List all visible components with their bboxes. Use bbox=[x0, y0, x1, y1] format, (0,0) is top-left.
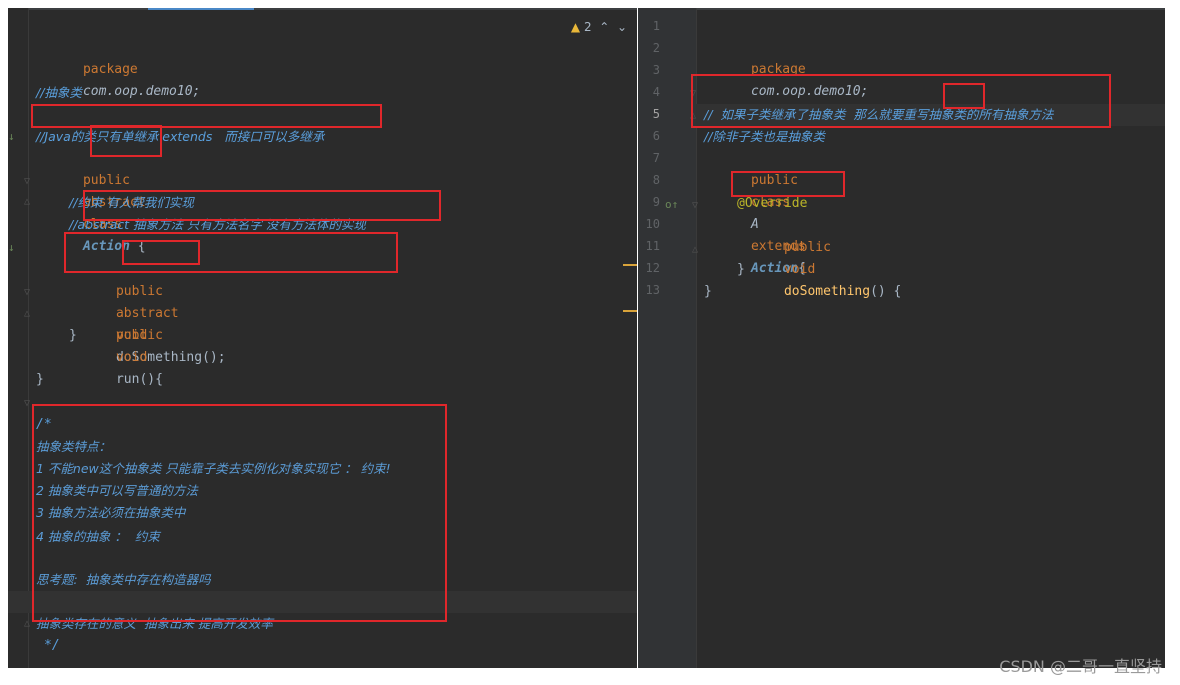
code-line[interactable]: public abstract void doSomething(); bbox=[8, 237, 637, 365]
left-editor-pane[interactable]: ▲ 2 ⌃ ⌄ package com.oop.demo10; //抽象类 //… bbox=[8, 8, 637, 668]
code-line[interactable]: // 如果子类继承了抽象类 那么就要重写抽象类的所有抽象方法 bbox=[638, 82, 1165, 122]
code-line[interactable]: //除非子类也是抽象类 bbox=[638, 104, 1165, 144]
code-line[interactable]: //抽象类 bbox=[8, 60, 637, 100]
doc-line: 4 抽象的抽象 ： 约束 bbox=[36, 529, 160, 544]
code-line[interactable]: 4 抽象的抽象 ： 约束 bbox=[8, 504, 637, 544]
code-line[interactable]: public class A extends Action{ bbox=[638, 126, 1165, 276]
fold-icon[interactable]: △ bbox=[24, 618, 30, 629]
implemented-icon[interactable]: ↓ bbox=[8, 130, 15, 143]
comment: //abstract 抽象方法 只有方法名字 没有方法体的实现 bbox=[69, 217, 366, 232]
method-name: run bbox=[115, 372, 140, 387]
code-line[interactable]: 3 抽象方法必须在抽象类中 bbox=[8, 480, 637, 520]
closing-brace: } bbox=[704, 284, 712, 299]
code-line[interactable]: package com.oop.demo10; bbox=[638, 15, 1165, 99]
tab-bar bbox=[8, 8, 637, 10]
code-line[interactable]: public void run(){ bbox=[8, 281, 637, 387]
code-line[interactable]: /* bbox=[8, 392, 637, 432]
code-line[interactable]: 1 不能new这个抽象类 只能靠子类去实例化对象实现它 ： 约束! bbox=[8, 436, 637, 476]
code-line[interactable]: package com.oop.demo10; bbox=[8, 15, 637, 99]
parens: () { bbox=[870, 284, 902, 299]
code-line[interactable]: 抽象类特点： bbox=[8, 414, 637, 454]
parens: (){ bbox=[139, 372, 163, 387]
code-line[interactable]: 2 抽象类中可以写普通的方法 bbox=[8, 458, 637, 498]
watermark: CSDN @二哥一直坚持 bbox=[999, 657, 1162, 676]
active-tab-indicator bbox=[148, 8, 254, 10]
implemented-icon[interactable]: ↓ bbox=[8, 241, 15, 254]
code-line[interactable]: //Java的类只有单继承 extends 而接口可以多继承 bbox=[8, 104, 637, 144]
keyword-public: public bbox=[115, 328, 163, 343]
scroll-warning-mark[interactable] bbox=[623, 310, 637, 312]
package-name: com.oop.demo10; bbox=[82, 84, 201, 99]
code-line[interactable]: 思考题: 抽象类中存在构造器吗 bbox=[8, 547, 637, 587]
fold-icon[interactable]: ▽ bbox=[24, 176, 30, 187]
code-line[interactable]: } bbox=[8, 303, 637, 343]
fold-icon[interactable]: ▽ bbox=[24, 398, 30, 409]
fold-icon[interactable]: △ bbox=[24, 196, 30, 207]
keyword-package: package bbox=[750, 62, 806, 77]
method-name: doSomething bbox=[783, 284, 871, 299]
doc-line: 思考题: 抽象类中存在构造器吗 bbox=[36, 572, 211, 587]
fold-icon[interactable]: △ bbox=[24, 308, 30, 319]
right-editor-pane[interactable]: 1 2 3 4 5 6 7 8 9 10 11 12 13 o↑ ▽ △ ▽ △… bbox=[638, 8, 1165, 668]
code-line[interactable]: } bbox=[638, 237, 1165, 277]
code-line[interactable]: //abstract 抽象方法 只有方法名字 没有方法体的实现 bbox=[8, 192, 637, 232]
comment: //抽象类 bbox=[36, 85, 82, 100]
code-line[interactable]: 抽象类存在的意义 抽象出来 提高开发效率 bbox=[8, 591, 637, 631]
code-line[interactable]: //约束 有人帮我们实现 bbox=[8, 170, 637, 210]
code-line[interactable]: public abstract class Action { bbox=[8, 126, 637, 254]
scroll-warning-mark[interactable] bbox=[623, 264, 637, 266]
closing-brace: } bbox=[36, 372, 44, 387]
comment-close: */ bbox=[44, 638, 60, 653]
code-line[interactable]: */ bbox=[8, 613, 637, 653]
closing-brace: } bbox=[69, 328, 77, 343]
code-line[interactable]: } bbox=[8, 347, 637, 387]
tab-bar bbox=[638, 8, 1165, 10]
fold-icon[interactable]: ▽ bbox=[24, 287, 30, 298]
code-line[interactable]: } bbox=[638, 259, 1165, 299]
code-line[interactable]: @Override bbox=[638, 171, 1165, 211]
code-line[interactable]: public void doSomething() { bbox=[638, 193, 1165, 299]
